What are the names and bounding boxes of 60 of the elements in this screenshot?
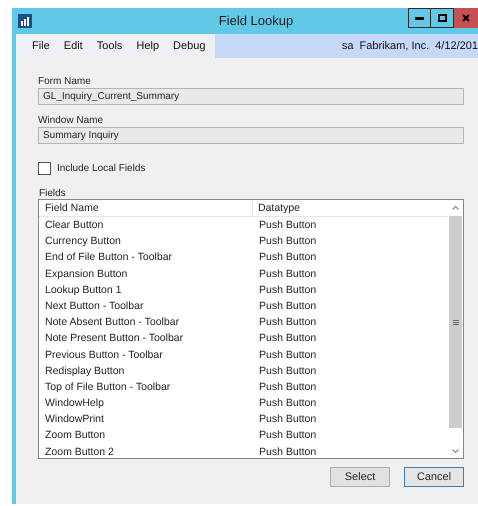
- window-name-field: Summary Inquiry: [38, 127, 464, 144]
- table-cell[interactable]: Push Button: [253, 298, 316, 314]
- field-label: Fields: [39, 187, 67, 199]
- menu-item[interactable]: Tools: [90, 38, 128, 54]
- table-cell[interactable]: Push Button: [253, 266, 316, 282]
- minimize-button[interactable]: [408, 8, 431, 28]
- table-cell[interactable]: Redisplay Button: [39, 362, 253, 379]
- close-icon: [462, 14, 470, 22]
- minimize-icon: [415, 16, 424, 20]
- select-button[interactable]: Select: [330, 467, 390, 487]
- user-name: sa: [342, 38, 354, 54]
- field-label: Window Name: [38, 114, 104, 127]
- table-cell[interactable]: Push Button: [253, 282, 316, 298]
- company-name: Fabrikam, Inc.: [359, 38, 430, 54]
- table-cell[interactable]: Note Present Button - Toolbar: [39, 330, 253, 346]
- table-cell[interactable]: Top of File Button - Toolbar: [39, 378, 253, 396]
- date-text: 4/12/201: [435, 38, 478, 54]
- scrollbar-thumb[interactable]: [449, 216, 462, 428]
- table-cell[interactable]: WindowHelp: [39, 395, 253, 412]
- table-cell[interactable]: Push Button: [253, 346, 316, 363]
- checkbox-label: Include Local Fields: [57, 162, 146, 176]
- table-cell[interactable]: Push Button: [253, 395, 316, 412]
- window-title: Field Lookup: [218, 12, 294, 30]
- table-cell[interactable]: Push Button: [253, 314, 316, 330]
- table-cell[interactable]: Push Button: [253, 217, 316, 234]
- table-cell[interactable]: WindowPrint: [39, 411, 253, 428]
- table-cell[interactable]: Currency Button: [39, 233, 253, 250]
- table-cell[interactable]: Push Button: [253, 362, 316, 379]
- table-cell[interactable]: Push Button: [253, 233, 316, 250]
- menu-item[interactable]: Help: [130, 38, 166, 54]
- table-cell[interactable]: Next Button - Toolbar: [39, 298, 253, 314]
- maximize-icon: [438, 14, 446, 22]
- menu-item[interactable]: Edit: [58, 38, 89, 54]
- table-cell[interactable]: Previous Button - Toolbar: [39, 346, 253, 363]
- close-button[interactable]: [454, 8, 478, 28]
- table-cell[interactable]: Note Absent Button - Toolbar: [39, 314, 253, 330]
- table-cell[interactable]: Push Button: [253, 427, 316, 444]
- table-cell[interactable]: Push Button: [253, 411, 316, 428]
- table-cell[interactable]: Push Button: [253, 249, 316, 266]
- menu-item[interactable]: Debug: [167, 38, 212, 54]
- table-cell[interactable]: Push Button: [253, 330, 316, 346]
- grip-icon: [452, 320, 458, 324]
- scroll-up-icon: [452, 206, 459, 210]
- table-cell[interactable]: Expansion Button: [39, 266, 253, 282]
- table-cell[interactable]: Clear Button: [39, 217, 253, 234]
- column-header[interactable]: Field Name: [39, 200, 253, 216]
- table-cell[interactable]: Zoom Button 2: [39, 444, 253, 460]
- menu-item[interactable]: File: [26, 38, 56, 54]
- table-cell[interactable]: Push Button: [253, 378, 316, 396]
- column-header[interactable]: Datatype: [253, 200, 448, 216]
- table-cell[interactable]: Zoom Button: [39, 427, 253, 444]
- form-name-field: GL_Inquiry_Current_Summary: [38, 88, 464, 105]
- field-label: Form Name: [38, 75, 92, 88]
- app-logo-icon: [18, 14, 32, 28]
- cancel-button[interactable]: Cancel: [404, 467, 464, 487]
- checkbox[interactable]: [38, 162, 51, 175]
- scroll-down-icon: [452, 449, 459, 453]
- table-cell[interactable]: Lookup Button 1: [39, 282, 253, 298]
- table-cell[interactable]: End of File Button - Toolbar: [39, 249, 253, 266]
- table-cell[interactable]: Push Button: [253, 444, 316, 460]
